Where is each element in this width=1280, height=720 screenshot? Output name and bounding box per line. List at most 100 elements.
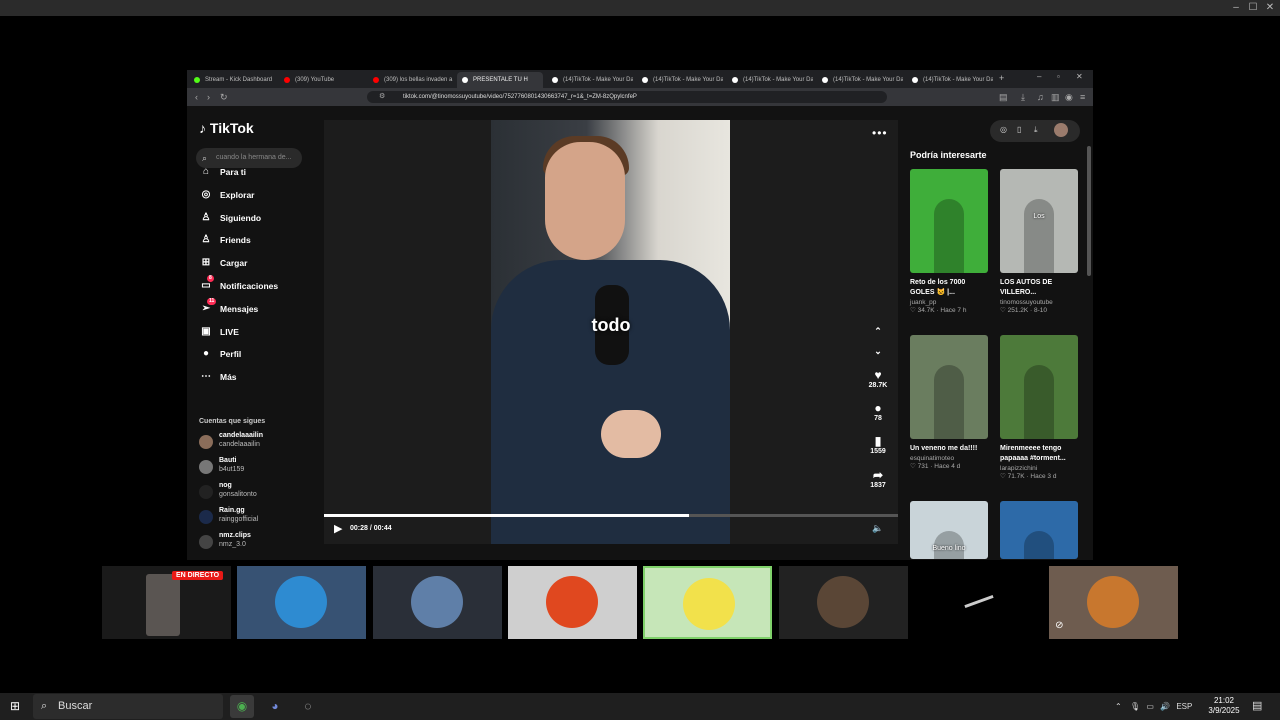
nav-item[interactable]: ● Perfil	[199, 346, 241, 362]
video-thumbnail[interactable]	[1000, 335, 1078, 439]
browser-tab[interactable]: (14)TikTok - Make Your Da	[727, 72, 813, 88]
followed-account[interactable]: candelaaailin candelaaailin	[199, 431, 263, 453]
thumbnail-person	[934, 199, 964, 273]
participant-avatar	[545, 576, 598, 628]
chevron-up-icon[interactable]: ⌃	[1115, 702, 1122, 711]
reload-icon[interactable]: ↻	[220, 91, 228, 103]
new-tab-icon[interactable]: +	[999, 73, 1004, 83]
nav-item[interactable]: ♙ Friends	[199, 232, 251, 248]
video-thumbnail[interactable]: Los	[1000, 169, 1078, 273]
device-icon[interactable]: ▯	[1017, 125, 1021, 134]
account-name: nog	[219, 482, 232, 489]
recommended-video[interactable]: Mirenmeeee tengo papaaaa #torment... lara…	[1000, 335, 1080, 480]
progress-bar[interactable]	[324, 514, 898, 517]
prev-video-icon[interactable]: ⌃	[864, 326, 892, 337]
back-icon[interactable]: ‹	[195, 91, 198, 103]
bookmark-button[interactable]: ▮ 1559	[864, 434, 892, 455]
participant-tile-3[interactable]	[507, 566, 637, 639]
minimize-icon[interactable]: –	[1230, 2, 1242, 14]
participant-tile-4[interactable]	[643, 566, 773, 639]
play-icon[interactable]: ▶	[334, 522, 342, 535]
nav-item[interactable]: ⌂ Para ti	[199, 164, 246, 180]
menu-icon[interactable]: ≡	[1080, 91, 1085, 103]
language-indicator[interactable]: ESP	[1176, 702, 1192, 711]
window-restore-icon[interactable]: ▫	[1057, 72, 1060, 81]
next-video-icon[interactable]: ⌄	[864, 346, 892, 357]
recommended-video[interactable]: Un veneno me da!!!! esquinatimoteo ♡ 731 ·…	[910, 335, 990, 470]
heart-button[interactable]: ♥ 28.7K	[864, 368, 892, 389]
forward-icon[interactable]: ›	[207, 91, 210, 103]
avatar	[199, 435, 213, 449]
profile-icon[interactable]: ◉	[1065, 91, 1073, 103]
compass-small-icon[interactable]: ◎	[1000, 125, 1007, 134]
comment-button[interactable]: ● 78	[864, 401, 892, 422]
recommended-video[interactable]: Los LOS AUTOS DE VILLERO... tinomossuyoutu…	[1000, 169, 1080, 314]
video-player[interactable]: todo ••• ⌃ ⌄ ♥ 28.7K ● 78 ▮ 1559 ➦ 1837 ▶ 00:28…	[324, 120, 898, 544]
video-thumbnail[interactable]	[1000, 501, 1078, 559]
maximize-icon[interactable]: ☐	[1247, 2, 1259, 14]
windows-start-icon[interactable]: ⊞	[10, 699, 20, 713]
browser-tab[interactable]: (14)TikTok - Make Your Da	[907, 72, 993, 88]
followed-account[interactable]: nmz.clips nmz_3.0	[199, 531, 251, 553]
followed-account[interactable]: Rain.gg rainggofficial	[199, 506, 258, 528]
participant-tile-6[interactable]	[913, 566, 1043, 639]
participant-tile-5[interactable]	[778, 566, 908, 639]
nav-item-label: Siguiendo	[220, 212, 262, 223]
window-minimize-icon[interactable]: –	[1037, 72, 1041, 81]
nav-item[interactable]: ♙ Siguiendo	[199, 210, 262, 226]
tiktok-logo[interactable]: ♪ TikTok	[199, 120, 254, 136]
action-count: 1559	[870, 448, 886, 455]
recommended-video[interactable]	[1000, 501, 1080, 559]
clock[interactable]: 21:02 3/9/2025	[1206, 696, 1242, 716]
media-icon[interactable]: ♫	[1037, 91, 1044, 103]
site-info-icon[interactable]: ⚙	[379, 91, 385, 103]
url-field[interactable]: ⚙ tiktok.com/@tinomossuyoutube/video/752…	[367, 91, 887, 103]
participant-tile-7[interactable]: ⊘	[1049, 566, 1179, 639]
user-avatar[interactable]	[1054, 123, 1068, 137]
browser-tab[interactable]: Stream - Kick Dashboard	[189, 72, 275, 88]
nav-item[interactable]: ◎ Explorar	[199, 187, 255, 203]
video-author: tinomossuyoutube	[1000, 299, 1053, 306]
recommended-video[interactable]: Reto de los 7000 GOLES 😺 |... juank_pp ♡ 3…	[910, 169, 990, 314]
obs-icon[interactable]: ◌	[296, 695, 320, 718]
download-small-icon[interactable]: ⤓	[1034, 125, 1038, 135]
close-icon[interactable]: ✕	[1264, 2, 1276, 14]
sidepanel-icon[interactable]: ▥	[1051, 91, 1060, 103]
video-thumbnail[interactable]	[910, 169, 988, 273]
followed-account[interactable]: Bauti b4ut159	[199, 456, 244, 478]
nav-item-label: Explorar	[220, 189, 255, 200]
nav-item[interactable]: ▭ 8 Notificaciones	[199, 275, 278, 294]
volume-icon[interactable]: 🔈	[872, 523, 883, 534]
scrollbar[interactable]	[1087, 146, 1091, 276]
browser-tab[interactable]: (309) YouTube	[279, 72, 365, 88]
mic-icon[interactable]: 🎙	[1130, 702, 1140, 711]
followed-account[interactable]: nog gonsalitonto	[199, 481, 257, 503]
nav-item[interactable]: ➢ 11 Mensajes	[199, 297, 258, 317]
nav-item[interactable]: ⊞ Cargar	[199, 255, 248, 271]
more-options-icon[interactable]: •••	[872, 126, 888, 140]
browser-tab[interactable]: (14)TikTok - Make Your Da	[817, 72, 903, 88]
bookmark-icon: ▮	[874, 434, 882, 448]
chrome-icon[interactable]: ◉	[230, 695, 254, 718]
speaker-icon[interactable]: 🔊	[1160, 702, 1170, 711]
participant-tile-2[interactable]	[372, 566, 502, 639]
extensions-icon[interactable]: ▤	[999, 91, 1008, 103]
notification-icon[interactable]: ▤	[1252, 699, 1262, 712]
nav-item[interactable]: ⋯ Más	[199, 369, 237, 385]
network-icon[interactable]: ▭	[1146, 702, 1154, 711]
recommended-video[interactable]: Bueno lino	[910, 501, 990, 559]
window-close-icon[interactable]: ✕	[1076, 72, 1083, 81]
video-thumbnail[interactable]: Bueno lino	[910, 501, 988, 559]
browser-tab[interactable]: PRESENTALE TU H	[457, 72, 543, 88]
taskbar-search[interactable]: ⌕ Buscar	[33, 694, 223, 719]
browser-tab[interactable]: (14)TikTok - Make Your Da	[547, 72, 633, 88]
tab-favicon-icon	[552, 77, 558, 83]
browser-tab[interactable]: (14)TikTok - Make Your Da	[637, 72, 723, 88]
participant-tile-1[interactable]	[237, 566, 367, 639]
nav-item[interactable]: ▣ LIVE	[199, 324, 239, 340]
discord-icon[interactable]: ◕	[263, 695, 287, 718]
share-button[interactable]: ➦ 1837	[864, 468, 892, 489]
video-thumbnail[interactable]	[910, 335, 988, 439]
browser-tab[interactable]: (309) los bellas invaden a	[368, 72, 454, 88]
download-icon[interactable]: ⤓	[1021, 91, 1025, 103]
